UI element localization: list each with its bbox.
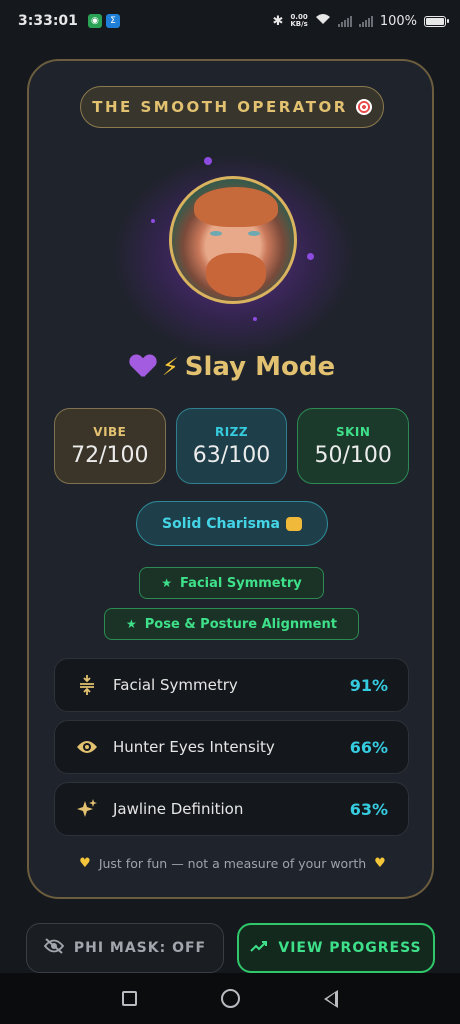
avatar xyxy=(169,176,297,304)
bluetooth-icon: ✱ xyxy=(272,13,284,29)
stat-rizz: RIZZ 63/100 xyxy=(175,408,288,484)
yellow-heart-icon: ♥ xyxy=(79,856,91,871)
net-speed: 0.00 KB/s xyxy=(290,13,308,28)
clock: 3:33:01 xyxy=(18,13,78,29)
tag-label: Facial Symmetry xyxy=(180,575,302,591)
avatar-beard xyxy=(206,253,266,297)
phi-mask-toggle-button[interactable]: PHI MASK: OFF xyxy=(26,923,224,973)
avatar-eye xyxy=(248,231,260,236)
lightning-icon: ⚡ xyxy=(161,353,179,381)
signal-icon-2 xyxy=(358,15,373,27)
wifi-icon xyxy=(315,13,331,29)
stat-value: 63/100 xyxy=(192,442,271,468)
stats-row: VIBE 72/100 RIZZ 63/100 SKIN 50/100 xyxy=(54,408,410,484)
charisma-badge: Solid Charisma xyxy=(136,501,328,546)
stat-vibe: VIBE 72/100 xyxy=(54,408,166,484)
sparkle-dot xyxy=(253,317,257,321)
stat-value: 50/100 xyxy=(314,442,392,468)
system-nav-bar xyxy=(0,973,460,1024)
eye-icon xyxy=(75,735,99,759)
view-progress-label: VIEW PROGRESS xyxy=(278,940,422,956)
sparkle-dot xyxy=(307,253,314,260)
fist-bump-icon xyxy=(285,516,302,531)
archetype-title: THE SMOOTH OPERATOR xyxy=(80,86,384,128)
stat-label: SKIN xyxy=(335,424,371,439)
sigma-notification-icon: Σ xyxy=(105,14,120,28)
stat-label: RIZZ xyxy=(214,424,249,439)
avatar-eye xyxy=(210,231,222,236)
avatar-hair xyxy=(194,187,278,227)
battery-icon xyxy=(424,15,449,27)
view-progress-button[interactable]: VIEW PROGRESS xyxy=(237,923,435,973)
archetype-title-text: THE SMOOTH OPERATOR xyxy=(92,98,348,116)
metric-name: Hunter Eyes Intensity xyxy=(113,738,275,756)
metric-row: Jawline Definition 63% xyxy=(54,782,409,836)
status-bar: 3:33:01 ◉ Σ ✱ 0.00 KB/s 100% xyxy=(0,0,460,42)
metric-percent: 66% xyxy=(349,737,388,757)
stat-value: 72/100 xyxy=(71,442,149,468)
home-button[interactable] xyxy=(221,989,240,1008)
metric-row: Hunter Eyes Intensity 66% xyxy=(54,720,409,774)
phi-mask-label: PHI MASK: OFF xyxy=(73,940,207,956)
star-icon: ★ xyxy=(161,576,173,590)
recents-button[interactable] xyxy=(122,991,137,1006)
disclaimer-text: Just for fun — not a measure of your wor… xyxy=(98,856,367,871)
metric-percent: 91% xyxy=(349,675,388,695)
sparkle-dot xyxy=(204,157,212,165)
metric-name: Jawline Definition xyxy=(113,800,244,818)
metric-row: Facial Symmetry 91% xyxy=(54,658,409,712)
metric-name: Facial Symmetry xyxy=(113,676,238,694)
mode-heading: ⚡ Slay Mode xyxy=(29,352,436,382)
purple-heart-icon xyxy=(130,355,156,379)
metric-percent: 63% xyxy=(349,799,388,819)
star-icon: ★ xyxy=(126,617,137,631)
eye-off-icon xyxy=(43,938,65,958)
result-card: THE SMOOTH OPERATOR ⚡ Slay Mode VIBE 72/… xyxy=(27,59,434,899)
stat-label: VIBE xyxy=(93,424,127,439)
signal-icon-1 xyxy=(337,15,352,27)
charisma-label: Solid Charisma xyxy=(162,515,280,532)
trending-up-icon xyxy=(250,940,268,956)
yellow-heart-icon: ♥ xyxy=(374,856,386,871)
target-icon xyxy=(355,99,372,115)
mode-label: Slay Mode xyxy=(184,352,336,382)
back-button[interactable] xyxy=(324,989,338,1008)
sparkle-dot xyxy=(151,219,155,223)
symmetry-icon xyxy=(75,673,99,697)
battery-percent: 100% xyxy=(379,13,417,29)
strength-tag: ★ Facial Symmetry xyxy=(139,567,324,599)
stat-skin: SKIN 50/100 xyxy=(297,408,410,484)
app-notification-icon: ◉ xyxy=(87,14,102,28)
strength-tag: ★ Pose & Posture Alignment xyxy=(104,608,359,640)
disclaimer: ♥ Just for fun — not a measure of your w… xyxy=(29,856,436,871)
tag-label: Pose & Posture Alignment xyxy=(144,616,337,632)
sparkles-icon xyxy=(75,797,99,821)
